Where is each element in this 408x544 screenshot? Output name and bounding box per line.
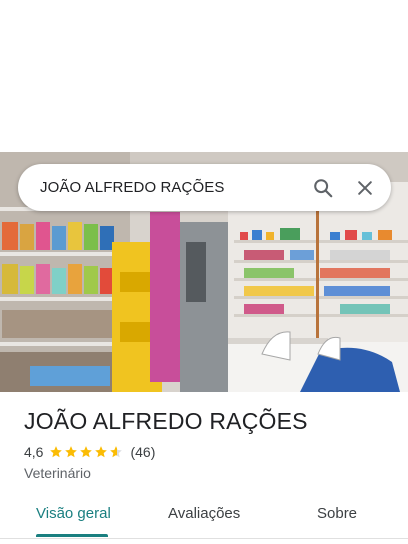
reviews-count[interactable]: (46) bbox=[130, 444, 155, 460]
star-icon bbox=[110, 446, 123, 458]
search-bar[interactable]: JOÃO ALFREDO RAÇÕES bbox=[18, 164, 391, 211]
rating-row[interactable]: 4,6 (46) bbox=[24, 444, 155, 460]
search-icon bbox=[314, 178, 333, 197]
clear-search-button[interactable] bbox=[345, 168, 385, 208]
close-icon bbox=[358, 180, 372, 195]
star-icon bbox=[65, 446, 78, 458]
tab-about[interactable]: Sobre bbox=[317, 505, 357, 522]
rating-stars bbox=[49, 445, 124, 459]
place-category: Veterinário bbox=[24, 465, 91, 481]
tab-bar: Visão geral Avaliações Sobre bbox=[0, 497, 408, 538]
tab-overview[interactable]: Visão geral bbox=[36, 505, 111, 522]
star-icon bbox=[50, 446, 63, 458]
star-icon bbox=[80, 446, 93, 458]
search-button[interactable] bbox=[303, 168, 343, 208]
divider bbox=[0, 538, 408, 539]
star-icon bbox=[95, 446, 108, 458]
rating-value: 4,6 bbox=[24, 444, 44, 460]
search-input[interactable]: JOÃO ALFREDO RAÇÕES bbox=[40, 179, 303, 196]
place-title: JOÃO ALFREDO RAÇÕES bbox=[24, 408, 308, 434]
tab-reviews[interactable]: Avaliações bbox=[168, 505, 240, 522]
active-tab-indicator bbox=[36, 534, 108, 537]
